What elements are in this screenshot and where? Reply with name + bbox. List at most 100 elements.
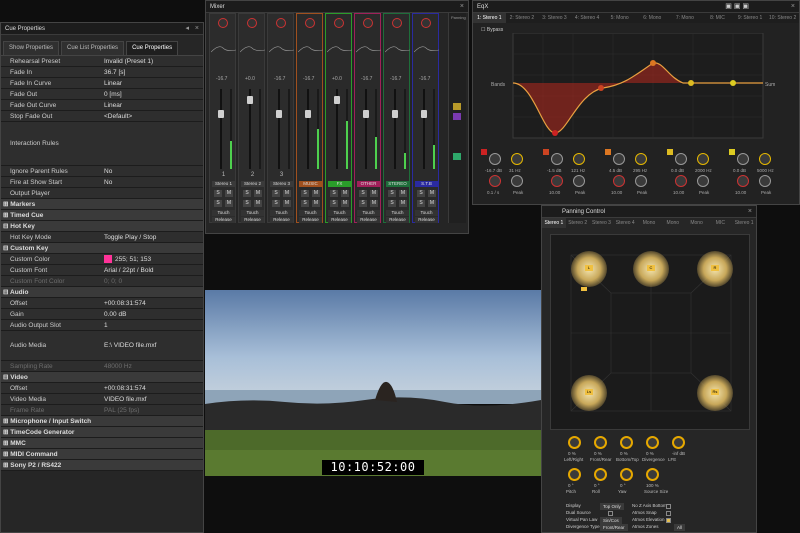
property-value[interactable]: E:\ VIDEO file.mxf <box>102 331 203 360</box>
band-enable-toggle[interactable] <box>667 149 673 155</box>
automation-release-button[interactable]: Release <box>212 217 235 223</box>
solo-button[interactable]: S <box>214 190 222 197</box>
property-row[interactable]: Fade Out 0 [ms] <box>1 89 203 100</box>
gain-knob[interactable] <box>613 153 625 165</box>
solo-button[interactable]: S <box>388 190 396 197</box>
property-value[interactable]: +00:08:31:574 <box>102 298 203 308</box>
solo-button[interactable]: S <box>272 200 280 207</box>
tab-channel-6[interactable]: 6: Mono <box>636 13 669 23</box>
mute-button[interactable]: M <box>370 200 378 207</box>
property-value[interactable]: 0.00 dB <box>102 309 203 319</box>
fader-handle[interactable] <box>305 110 311 118</box>
q-knob[interactable] <box>675 175 687 187</box>
property-row[interactable]: Fade In 36.7 [s] <box>1 67 203 78</box>
property-value[interactable]: No <box>102 177 203 187</box>
fader-track[interactable] <box>307 89 309 169</box>
option-dropdown[interactable]: Top Only <box>600 503 624 510</box>
speaker-left[interactable]: L <box>571 251 607 287</box>
close-icon[interactable]: × <box>791 1 795 13</box>
property-value[interactable]: 36.7 [s] <box>102 67 203 77</box>
section-markers[interactable]: ⊞ Markers <box>1 199 203 210</box>
fader-handle[interactable] <box>334 96 340 104</box>
tab-channel-1[interactable]: Stereo 1 <box>542 218 566 228</box>
solo-button[interactable]: S <box>301 200 309 207</box>
gain-knob[interactable] <box>675 153 687 165</box>
option-checkbox[interactable] <box>666 504 671 509</box>
automation-release-button[interactable]: Release <box>270 217 293 223</box>
automation-touch-button[interactable]: Touch <box>415 210 438 216</box>
automation-touch-button[interactable]: Touch <box>357 210 380 216</box>
fader-track[interactable] <box>365 89 367 169</box>
solo-button[interactable]: S <box>359 200 367 207</box>
fader-handle[interactable] <box>392 110 398 118</box>
speaker-left-surround[interactable]: Ls <box>571 375 607 411</box>
solo-button[interactable]: S <box>417 190 425 197</box>
gain-knob[interactable] <box>305 18 315 28</box>
section-timed-cue[interactable]: ⊞ Timed Cue <box>1 210 203 221</box>
property-row[interactable]: Video Media VIDEO file.mxf <box>1 394 203 405</box>
mute-button[interactable]: M <box>225 190 233 197</box>
property-value[interactable]: Invalid (Preset 1) <box>102 56 203 66</box>
section-mmc[interactable]: ⊞ MMC <box>1 438 203 449</box>
frequency-knob[interactable] <box>635 153 647 165</box>
property-value[interactable]: Linear <box>102 78 203 88</box>
tab-channel-6[interactable]: Mono <box>661 218 685 228</box>
pin-icon[interactable]: ◂ <box>185 23 189 35</box>
fader-track[interactable] <box>220 89 222 169</box>
property-value[interactable]: Toggle Play / Stop <box>102 232 203 242</box>
mute-button[interactable]: M <box>341 190 349 197</box>
property-row[interactable]: Offset +00:08:31:574 <box>1 383 203 394</box>
automation-release-button[interactable]: Release <box>357 217 380 223</box>
eq-band-handle-2[interactable] <box>598 85 604 91</box>
fader-handle[interactable] <box>276 110 282 118</box>
frequency-knob[interactable] <box>697 153 709 165</box>
channel-name[interactable]: Stereo 3 <box>270 181 293 187</box>
type-knob[interactable] <box>511 175 523 187</box>
tab-channel-3[interactable]: 3: Stereo 3 <box>538 13 571 23</box>
color-swatch[interactable] <box>104 255 112 263</box>
property-value[interactable]: VIDEO file.mxf <box>102 394 203 404</box>
gain-knob[interactable] <box>218 18 228 28</box>
solo-button[interactable]: S <box>214 200 222 207</box>
pan-source-marker[interactable] <box>581 287 587 291</box>
eq-band-handle-3[interactable] <box>650 60 656 66</box>
section-midi[interactable]: ⊞ MIDI Command <box>1 449 203 460</box>
option-dropdown[interactable]: All <box>674 524 686 531</box>
tab-channel-9[interactable]: 9: Stereo 1 <box>734 13 767 23</box>
eq-titlebar[interactable]: EqX × ▣ ▣ ▣ <box>473 1 799 13</box>
tab-channel-3[interactable]: Stereo 3 <box>590 218 614 228</box>
eq-curve-graph[interactable]: Bands Sum <box>483 33 793 143</box>
solo-button[interactable]: S <box>388 200 396 207</box>
property-value[interactable] <box>102 188 203 198</box>
close-icon[interactable]: × <box>195 23 199 35</box>
fader-track[interactable] <box>394 89 396 169</box>
solo-button[interactable]: S <box>301 190 309 197</box>
automation-touch-button[interactable]: Touch <box>328 210 351 216</box>
tab-channel-9[interactable]: Stereo 1 <box>732 218 756 228</box>
property-value[interactable]: Arial / 22pt / Bold <box>102 265 203 275</box>
speaker-center[interactable]: C <box>633 251 669 287</box>
option-checkbox[interactable] <box>666 518 671 523</box>
q-knob[interactable] <box>737 175 749 187</box>
frequency-knob[interactable] <box>511 153 523 165</box>
channel-name[interactable]: FX <box>328 181 351 187</box>
type-knob[interactable] <box>573 175 585 187</box>
property-row[interactable]: Custom Color 255; 51; 153 <box>1 254 203 265</box>
rotation-knob[interactable] <box>620 468 633 481</box>
automation-release-button[interactable]: Release <box>241 217 264 223</box>
channel-name[interactable]: Stereo 2 <box>241 181 264 187</box>
channel-name[interactable]: S.T.B <box>415 181 438 187</box>
option-dropdown[interactable]: Front/Rear <box>600 524 628 531</box>
section-audio[interactable]: ⊟ Audio <box>1 287 203 298</box>
channel-name[interactable]: MUSIC <box>299 181 322 187</box>
rotation-knob[interactable] <box>594 468 607 481</box>
property-row[interactable]: Rehearsal Preset Invalid (Preset 1) <box>1 56 203 67</box>
pan-knob[interactable] <box>672 436 685 449</box>
property-value[interactable]: <Default> <box>102 111 203 121</box>
tab-channel-8[interactable]: 8: MIC <box>701 13 734 23</box>
mute-button[interactable]: M <box>254 190 262 197</box>
channel-name[interactable]: STEREO <box>386 181 409 187</box>
property-row[interactable]: Stop Fade Out <Default> <box>1 111 203 122</box>
property-value[interactable]: +00:08:31:574 <box>102 383 203 393</box>
gain-knob[interactable] <box>392 18 402 28</box>
